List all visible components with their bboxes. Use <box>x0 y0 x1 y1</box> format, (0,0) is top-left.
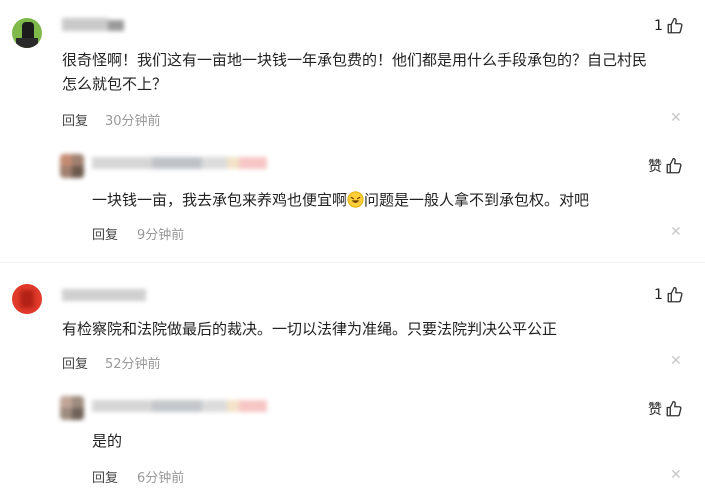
close-icon[interactable]: ✕ <box>670 467 682 483</box>
like-count: 1 <box>654 287 663 303</box>
reply-button[interactable]: 回复 <box>62 110 88 129</box>
thumbs-up-icon <box>667 286 683 303</box>
reply-text: 一块钱一亩，我去承包来养鸡也便宜啊 问题是一般人拿不到承包权。对吧 <box>92 191 590 209</box>
thumbs-up-icon <box>667 17 683 34</box>
username-redacted[interactable] <box>62 18 124 31</box>
comment-text: 有检察院和法院做最后的裁决。一切以法律为准绳。只要法院判决公平公正 <box>62 320 558 338</box>
timestamp: 9分钟前 <box>137 228 185 243</box>
avatar[interactable] <box>12 18 42 48</box>
reply-text: 是的 <box>92 432 123 450</box>
laughing-emoji-icon <box>347 191 364 208</box>
comment-text: 怎么就包不上？ <box>62 75 168 93</box>
close-icon[interactable]: ✕ <box>670 110 682 126</box>
comment-text: 很奇怪啊！我们这有一亩地一块钱一年承包费的！他们都是用什么手段承包的？自己村民 <box>62 51 648 69</box>
like-label: 赞 <box>648 402 662 418</box>
reply-button[interactable]: 回复 <box>62 353 88 372</box>
avatar[interactable] <box>12 284 42 314</box>
username-redacted[interactable] <box>92 400 267 413</box>
like-count: 1 <box>654 18 663 34</box>
timestamp: 30分钟前 <box>105 114 161 129</box>
username-redacted[interactable] <box>62 289 146 301</box>
timestamp: 52分钟前 <box>105 357 161 372</box>
like-button[interactable]: 1 <box>654 286 684 304</box>
divider <box>0 262 705 263</box>
thumbs-up-icon <box>666 157 682 174</box>
avatar[interactable] <box>60 154 84 178</box>
username-redacted[interactable] <box>92 157 267 170</box>
timestamp: 6分钟前 <box>137 471 185 486</box>
like-button[interactable]: 赞 <box>648 156 683 176</box>
avatar[interactable] <box>60 396 84 420</box>
like-label: 赞 <box>648 159 662 175</box>
close-icon[interactable]: ✕ <box>670 353 682 369</box>
like-button[interactable]: 1 <box>654 17 684 35</box>
reply-button[interactable]: 回复 <box>92 224 118 243</box>
thumbs-up-icon <box>666 400 682 417</box>
like-button[interactable]: 赞 <box>648 399 683 419</box>
close-icon[interactable]: ✕ <box>670 224 682 240</box>
reply-button[interactable]: 回复 <box>92 467 118 486</box>
